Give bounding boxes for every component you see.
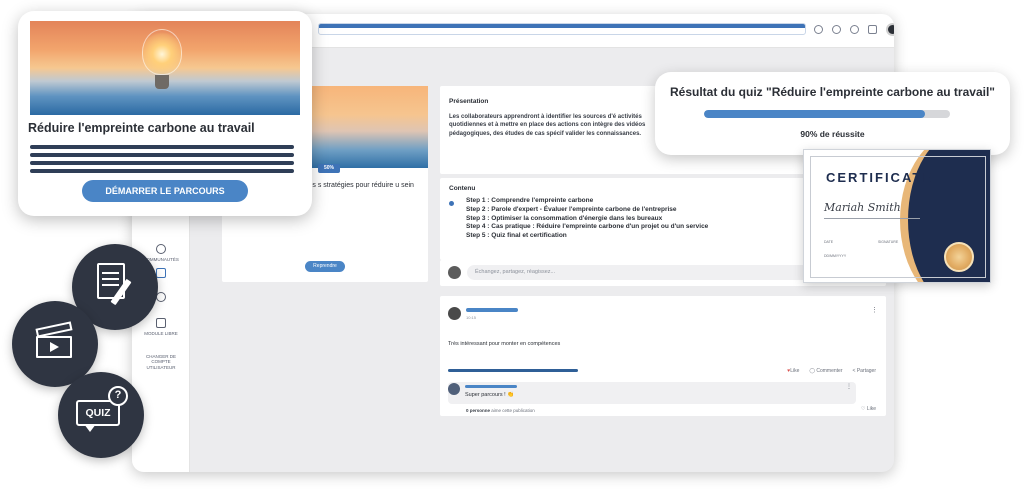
avatar bbox=[448, 307, 461, 320]
comment-more-icon[interactable]: ⋮ bbox=[846, 383, 852, 390]
question-mark-icon: ? bbox=[108, 386, 128, 406]
like-label: Like bbox=[790, 368, 800, 374]
post-card: 10:15 ⋮ Très intéressant pour monter en … bbox=[440, 296, 886, 416]
sidebar-item-label: MODULE LIBRE bbox=[144, 331, 178, 336]
quiz-result-title: Résultat du quiz "Réduire l'empreinte ca… bbox=[670, 85, 995, 99]
quiz-progress-bar bbox=[704, 110, 950, 118]
like-label: Like bbox=[866, 406, 876, 412]
certificate-name: Mariah Smith bbox=[824, 201, 901, 214]
quiz-progress-fill bbox=[704, 110, 926, 118]
doc-line bbox=[102, 284, 119, 286]
comment-like-button[interactable]: ♡ Like bbox=[861, 406, 876, 412]
likes-summary: 0 personne aime cette publication bbox=[466, 408, 535, 413]
step-item[interactable]: Step 5 : Quiz final et certification bbox=[466, 232, 708, 241]
author-name[interactable] bbox=[466, 308, 518, 312]
doc-line bbox=[102, 278, 119, 280]
start-course-button[interactable]: DÉMARRER LE PARCOURS bbox=[82, 180, 248, 202]
progress-badge: 50% bbox=[318, 164, 340, 173]
quiz-result-popup: Résultat du quiz "Réduire l'empreinte ca… bbox=[655, 72, 1010, 155]
light-bulb-icon bbox=[142, 29, 182, 75]
likes-suffix: aime cette publication bbox=[491, 408, 535, 413]
bell-icon[interactable] bbox=[850, 25, 859, 34]
name-underline bbox=[824, 218, 920, 219]
top-icons bbox=[814, 23, 894, 36]
comment-button[interactable]: ◯ Commenter bbox=[809, 368, 842, 374]
comment-label: Commenter bbox=[816, 368, 843, 374]
share-label: Partager bbox=[856, 368, 876, 374]
theme-icon[interactable] bbox=[814, 25, 823, 34]
course-cover-image bbox=[30, 21, 300, 115]
post-divider bbox=[448, 369, 578, 372]
avatar bbox=[448, 383, 460, 395]
steps-list: Step 1 : Comprendre l'empreinte carbone … bbox=[466, 197, 708, 241]
text-line bbox=[30, 161, 294, 165]
comment: Super parcours ! 👏 ⋮ bbox=[448, 382, 856, 404]
course-title: Réduire l'empreinte carbone au travail bbox=[28, 121, 255, 135]
step-item[interactable]: Step 3 : Optimiser la consommation d'éne… bbox=[466, 215, 708, 224]
post-actions: ♥Like ◯ Commenter < Partager bbox=[787, 368, 876, 374]
course-popup: Réduire l'empreinte carbone au travail D… bbox=[18, 11, 312, 216]
avatar bbox=[448, 266, 461, 279]
signature-label: SIGNATURE bbox=[878, 240, 899, 244]
step-item[interactable]: Step 4 : Cas pratique : Réduire l'emprei… bbox=[466, 223, 708, 232]
bubble-tail bbox=[84, 424, 96, 432]
address-bar-accent bbox=[319, 24, 805, 28]
sidebar-item-label: CHANGER DE COMPTE UTILISATEUR bbox=[145, 354, 176, 370]
quiz-result-text: 90% de réussite bbox=[800, 129, 865, 139]
comment-text: Super parcours ! 👏 bbox=[465, 392, 515, 398]
content-title: Contenu bbox=[449, 185, 476, 192]
presentation-text: Les collaborateurs apprendront à identif… bbox=[449, 114, 646, 137]
more-options-icon[interactable]: ⋮ bbox=[871, 306, 878, 314]
graduation-cap-icon bbox=[156, 268, 166, 278]
certificate-title: CERTIFICATE bbox=[826, 170, 933, 185]
text-line bbox=[30, 153, 294, 157]
address-bar[interactable] bbox=[318, 23, 806, 35]
community-icon bbox=[156, 244, 166, 254]
presentation-title: Présentation bbox=[449, 98, 489, 105]
share-button[interactable]: < Partager bbox=[853, 368, 877, 374]
bulb-base bbox=[155, 75, 169, 89]
comment-author-name[interactable] bbox=[465, 385, 517, 388]
likes-count: 0 personne bbox=[466, 408, 491, 413]
document-icon bbox=[156, 318, 166, 328]
text-line bbox=[30, 169, 294, 173]
post-time: 10:15 bbox=[466, 315, 477, 320]
quiz-label: QUIZ bbox=[85, 407, 111, 419]
user-avatar[interactable] bbox=[886, 23, 894, 36]
bookmark-icon[interactable] bbox=[868, 25, 877, 34]
step-item[interactable]: Step 1 : Comprendre l'empreinte carbone bbox=[466, 197, 708, 206]
sidebar-item-switch-user[interactable]: CHANGER DE COMPTE UTILISATEUR bbox=[132, 354, 190, 370]
text-line bbox=[30, 145, 294, 149]
post-text: Très intéressant pour monter en compéten… bbox=[448, 341, 561, 347]
certificate: CERTIFICATE Mariah Smith DATE SIGNATURE … bbox=[803, 149, 991, 283]
resume-button[interactable]: Reprendre bbox=[305, 261, 345, 272]
current-step-dot bbox=[449, 201, 454, 206]
doc-line bbox=[102, 272, 119, 274]
like-button[interactable]: ♥Like bbox=[787, 368, 799, 374]
quiz-bubble-icon: QUIZ ? bbox=[58, 372, 144, 458]
step-item[interactable]: Step 2 : Parole d'expert - Évaluer l'emp… bbox=[466, 206, 708, 215]
date-label: DATE bbox=[824, 240, 834, 244]
play-icon bbox=[50, 342, 59, 352]
date-value: DD/MM/YYYY bbox=[824, 254, 847, 258]
seal-icon bbox=[944, 242, 974, 272]
chat-icon[interactable] bbox=[832, 25, 841, 34]
